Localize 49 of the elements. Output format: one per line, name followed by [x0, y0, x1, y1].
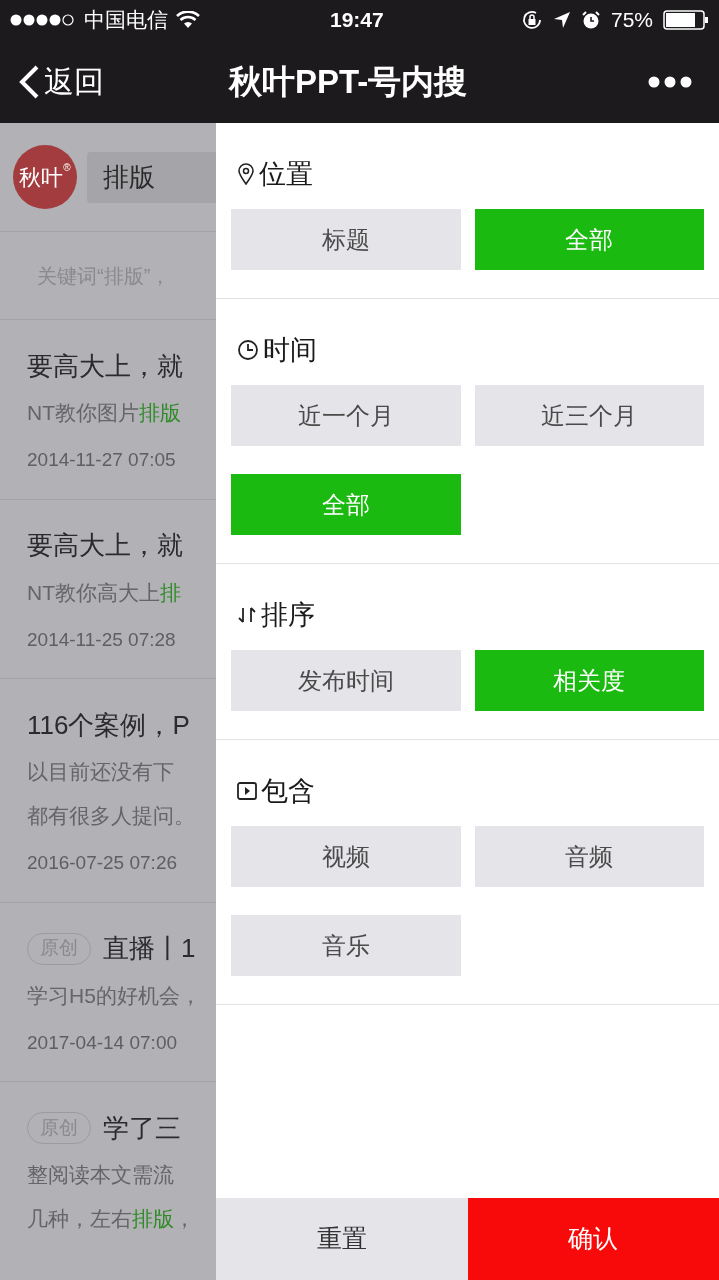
location-pin-icon — [237, 163, 255, 185]
result-title[interactable]: 直播丨1 — [103, 929, 196, 968]
section-title: 排序 — [261, 598, 315, 632]
filter-option[interactable]: 音频 — [474, 826, 704, 887]
sort-arrows-icon — [237, 605, 257, 625]
section-title: 时间 — [263, 333, 317, 367]
result-snippet: 都有很多人提问。 — [27, 803, 196, 829]
result-snippet: NT教你图片排版 — [27, 400, 182, 426]
result-snippet: 整阅读本文需流 — [27, 1162, 175, 1188]
result-title[interactable]: 116个案例，P — [27, 705, 190, 745]
filter-option[interactable]: 近三个月 — [474, 385, 704, 446]
filter-option[interactable]: 发布时间 — [231, 650, 461, 711]
alarm-clock-icon — [580, 10, 601, 30]
confirm-button[interactable]: 确认 — [467, 1198, 719, 1280]
section-title: 包含 — [261, 774, 315, 808]
chevron-left-icon — [18, 63, 40, 100]
result-date: 2016-07-25 07:26 — [27, 851, 178, 875]
filter-option[interactable]: 近一个月 — [231, 385, 461, 446]
result-title[interactable]: 学了三 — [103, 1108, 181, 1148]
page-title: 秋叶PPT-号内搜 — [229, 61, 468, 102]
battery-icon — [663, 10, 709, 30]
reset-button[interactable]: 重置 — [216, 1198, 468, 1280]
search-field[interactable]: 排版 — [87, 151, 216, 203]
location-arrow-icon — [552, 11, 571, 29]
result-title[interactable]: 要高大上，就 — [27, 526, 183, 565]
carrier-name: 中国电信 — [84, 7, 168, 34]
rotation-lock-icon — [520, 9, 543, 31]
section-title: 位置 — [259, 157, 313, 191]
filter-option[interactable]: 标题 — [231, 209, 461, 270]
registered-mark: ® — [63, 163, 71, 173]
clock-icon — [237, 339, 259, 361]
result-date: 2014-11-25 07:28 — [27, 627, 177, 652]
result-date: 2017-04-14 07:00 — [27, 1030, 178, 1055]
play-box-icon — [237, 782, 257, 800]
result-snippet: 几种，左右排版， — [27, 1206, 196, 1232]
wifi-icon — [176, 11, 200, 29]
status-time: 19:47 — [330, 7, 384, 34]
filter-option[interactable]: 音乐 — [231, 915, 461, 976]
result-title[interactable]: 要高大上，就 — [27, 346, 183, 386]
more-icon[interactable] — [648, 75, 692, 88]
filter-option[interactable]: 视频 — [231, 826, 461, 887]
result-snippet: 学习H5的好机会， — [27, 982, 202, 1009]
result-snippet: 以目前还没有下 — [27, 759, 175, 785]
back-button[interactable]: 返回 — [18, 59, 104, 104]
battery-percent: 75% — [610, 7, 653, 34]
result-date: 2014-11-27 07:05 — [27, 448, 177, 472]
logo: 秋叶® — [13, 145, 77, 209]
result-snippet: NT教你高大上排 — [27, 579, 182, 606]
signal-icon — [10, 14, 76, 26]
